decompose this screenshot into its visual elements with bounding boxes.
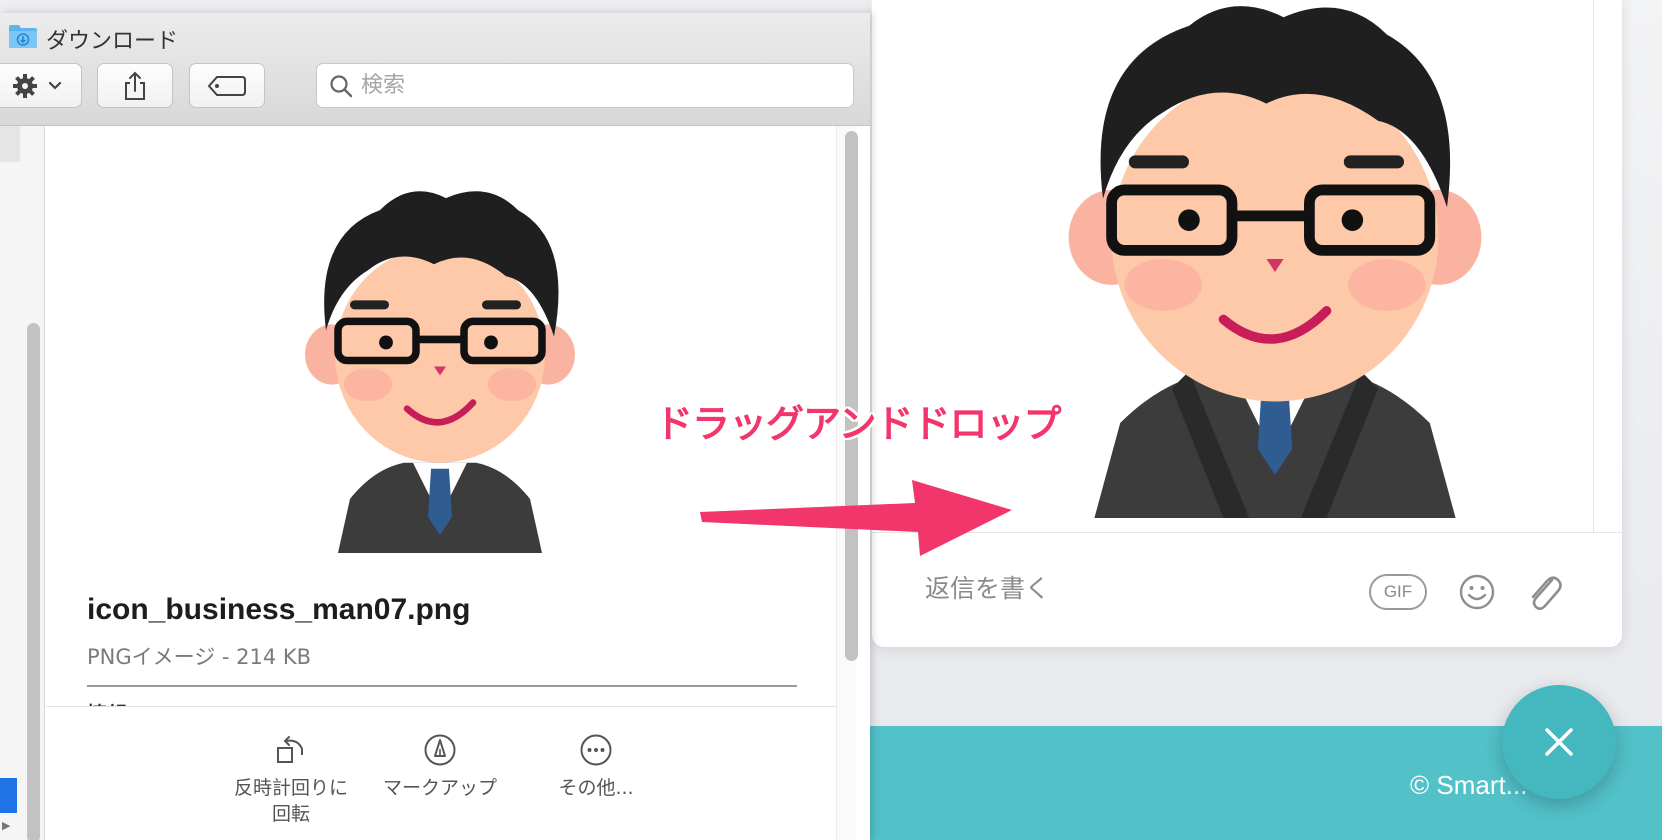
chevron-down-icon bbox=[48, 81, 62, 90]
drag-and-drop-caption: ドラッグアンドドロップ bbox=[655, 402, 1061, 446]
finder-toolbar: ダウンロード bbox=[0, 13, 870, 126]
search-field[interactable] bbox=[316, 63, 854, 108]
business-man-illustration bbox=[1068, 6, 1482, 518]
reply-input[interactable] bbox=[925, 568, 1245, 608]
emoji-button[interactable] bbox=[1458, 573, 1496, 611]
file-preview-image[interactable] bbox=[290, 168, 590, 553]
window-title: ダウンロード bbox=[46, 29, 179, 54]
sidebar-scrollbar[interactable] bbox=[27, 323, 40, 840]
tag-button[interactable] bbox=[189, 63, 265, 108]
sidebar-item[interactable] bbox=[0, 126, 20, 162]
disclosure-triangle-icon[interactable]: ▶ bbox=[2, 819, 10, 832]
drag-arrow-annotation bbox=[700, 480, 1012, 556]
action-menu-button[interactable] bbox=[0, 63, 82, 108]
gif-button[interactable]: GIF bbox=[1369, 574, 1427, 610]
tag-icon bbox=[207, 75, 246, 96]
business-man-thumbnail bbox=[305, 191, 575, 553]
search-input[interactable] bbox=[361, 73, 831, 98]
share-icon bbox=[125, 71, 145, 100]
more-ellipsis-icon bbox=[580, 734, 612, 766]
markup-pen-icon bbox=[424, 734, 456, 766]
attach-button[interactable] bbox=[1524, 570, 1564, 614]
more-actions-label: その他... bbox=[558, 777, 634, 799]
downloads-folder-icon bbox=[9, 25, 37, 48]
close-icon bbox=[1545, 728, 1573, 756]
info-divider bbox=[87, 685, 797, 687]
rotate-left-label: 反時計回りに 回転 bbox=[233, 777, 348, 825]
chat-scrollbar[interactable] bbox=[1593, 0, 1594, 532]
markup-button[interactable]: マークアップ bbox=[375, 733, 505, 801]
markup-label: マークアップ bbox=[382, 777, 497, 799]
chat-attached-image bbox=[1060, 0, 1490, 518]
search-icon bbox=[330, 74, 353, 97]
rotate-left-button[interactable]: 反時計回りに 回転 bbox=[226, 733, 356, 827]
gif-icon: GIF bbox=[1383, 582, 1413, 601]
file-kind-size: PNGイメージ - 214 KB bbox=[87, 645, 312, 669]
share-button[interactable] bbox=[97, 63, 173, 108]
close-chat-button[interactable] bbox=[1502, 685, 1616, 799]
emoji-icon bbox=[1459, 574, 1495, 610]
sidebar-selected-item[interactable] bbox=[0, 778, 17, 813]
file-name: icon_business_man07.png bbox=[87, 593, 471, 626]
rotate-left-icon bbox=[277, 736, 303, 763]
gear-icon bbox=[13, 73, 37, 98]
paperclip-icon bbox=[1531, 576, 1562, 611]
more-actions-button[interactable]: その他... bbox=[531, 733, 661, 801]
gear-menu-glyphs bbox=[13, 73, 62, 98]
